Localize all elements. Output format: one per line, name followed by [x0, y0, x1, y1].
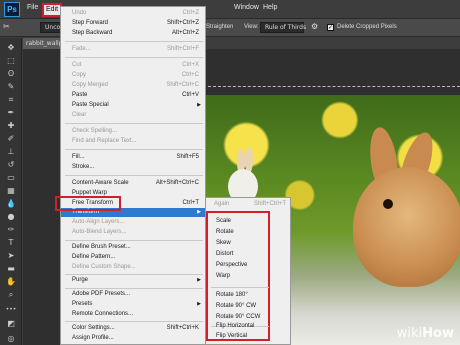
photoshop-logo: Ps: [4, 2, 20, 17]
menu-item-paste-special[interactable]: Paste Special ▶: [61, 101, 207, 110]
view-select[interactable]: Rule of Thirds: [260, 22, 306, 33]
wikihow-watermark: wikiHow: [396, 326, 454, 341]
straighten-button[interactable]: Straighten: [206, 24, 233, 30]
submenu-item-flip-horizontal[interactable]: Flip Horizontal: [216, 323, 254, 329]
menu-edit[interactable]: Edit: [42, 3, 62, 17]
menu-separator: [65, 288, 203, 289]
gradient-tool-icon[interactable]: ▦: [4, 185, 18, 196]
menu-item-copy[interactable]: Copy Ctrl+C: [61, 71, 207, 80]
menu-item-define-brush[interactable]: Define Brush Preset...: [61, 243, 207, 252]
edit-menu: Undo Ctrl+Z Step Forward Shift+Ctrl+Z Step…: [60, 6, 207, 345]
menu-item-cut[interactable]: Cut Ctrl+X: [61, 61, 207, 70]
menu-separator: [65, 149, 203, 150]
crop-tool-icon: ✂: [3, 22, 10, 31]
menu-item-step-backward[interactable]: Step Backward Alt+Ctrl+Z: [61, 29, 207, 38]
menu-item-color-settings[interactable]: Color Settings... Shift+Ctrl+K: [61, 324, 207, 333]
menu-item-undo[interactable]: Undo Ctrl+Z: [61, 9, 207, 18]
submenu-item-scale[interactable]: Scale: [216, 218, 231, 224]
eyedropper-tool-icon[interactable]: ✒: [4, 107, 18, 118]
more-tools-icon[interactable]: •••: [4, 304, 18, 315]
submenu-item-warp[interactable]: Warp: [216, 273, 230, 279]
menu-item-define-shape[interactable]: Define Custom Shape...: [61, 263, 207, 272]
lasso-tool-icon[interactable]: ʘ: [4, 68, 18, 79]
quick-mask-icon[interactable]: ◎: [4, 333, 18, 344]
menu-item-define-pattern[interactable]: Define Pattern...: [61, 253, 207, 262]
delete-cropped-checkbox[interactable]: ✓: [327, 24, 334, 31]
menu-item-assign-profile[interactable]: Assign Profile...: [61, 334, 207, 343]
gear-icon[interactable]: ⚙: [311, 22, 318, 31]
menu-item-auto-align[interactable]: Auto-Align Layers...: [61, 218, 207, 227]
menu-file[interactable]: File: [27, 4, 38, 11]
menu-item-auto-blend[interactable]: Auto-Blend Layers...: [61, 228, 207, 237]
menu-separator: [65, 240, 203, 241]
view-label: View:: [244, 24, 259, 30]
menu-item-purge[interactable]: Purge ▶: [61, 276, 207, 285]
menu-window[interactable]: Window: [234, 4, 259, 11]
menu-separator: [65, 321, 203, 322]
transform-submenu: Again Shift+Ctrl+T Scale Rotate Skew Dist…: [205, 197, 291, 345]
menu-item-fade[interactable]: Fade... Shift+Ctrl+F: [61, 45, 207, 54]
crop-guide: [203, 86, 460, 87]
brush-tool-icon[interactable]: ✐: [4, 133, 18, 144]
submenu-highlight-box: Scale Rotate Skew Distort Perspective Wa…: [206, 211, 270, 341]
stamp-tool-icon[interactable]: ⊥: [4, 146, 18, 157]
transform-highlight-box: [55, 196, 121, 211]
color-swatch-icon[interactable]: ◩: [4, 318, 18, 329]
path-select-tool-icon[interactable]: ➤: [4, 250, 18, 261]
ratio-select[interactable]: Unconst: [40, 22, 62, 33]
quick-select-tool-icon[interactable]: ✎: [4, 81, 18, 92]
menu-item-find-replace[interactable]: Find and Replace Text...: [61, 137, 207, 146]
menu-item-fill[interactable]: Fill... Shift+F5: [61, 153, 207, 162]
menu-item-presets[interactable]: Presets ▶: [61, 300, 207, 309]
menu-item-copy-merged[interactable]: Copy Merged Shift+Ctrl+C: [61, 81, 207, 90]
submenu-item-distort[interactable]: Distort: [216, 251, 233, 257]
submenu-separator: [211, 287, 269, 288]
rabbit-eye: [383, 199, 393, 209]
menu-separator: [65, 123, 203, 124]
shape-tool-icon[interactable]: ▬: [4, 263, 18, 274]
healing-tool-icon[interactable]: ✚: [4, 120, 18, 131]
menu-separator: [65, 57, 203, 58]
dodge-tool-icon[interactable]: ●: [4, 211, 18, 222]
zoom-tool-icon[interactable]: ⌕: [4, 289, 18, 300]
blur-tool-icon[interactable]: 💧: [4, 198, 18, 209]
chevron-right-icon: ▶: [197, 301, 201, 307]
menu-separator: [65, 175, 203, 176]
tools-panel: ✥ ⬚ ʘ ✎ ⌗ ✒ ✚ ✐ ⊥ ↺ ▭ ▦ 💧 ● ✑ T ➤ ▬ ✋ ⌕ …: [0, 38, 22, 345]
submenu-item-perspective[interactable]: Perspective: [216, 262, 247, 268]
chevron-right-icon: ▶: [197, 277, 201, 283]
delete-cropped-label: Delete Cropped Pixels: [337, 24, 397, 30]
menu-item-pdf-presets[interactable]: Adobe PDF Presets...: [61, 290, 207, 299]
type-tool-icon[interactable]: T: [4, 237, 18, 248]
pen-tool-icon[interactable]: ✑: [4, 224, 18, 235]
submenu-item-rotate-90-cw[interactable]: Rotate 90° CW: [216, 303, 256, 309]
submenu-item-skew[interactable]: Skew: [216, 240, 231, 246]
move-tool-icon[interactable]: ✥: [4, 42, 18, 53]
crop-tool-icon[interactable]: ⌗: [4, 94, 18, 105]
menu-item-check-spelling[interactable]: Check Spelling...: [61, 127, 207, 136]
marquee-tool-icon[interactable]: ⬚: [4, 55, 18, 66]
menu-item-step-forward[interactable]: Step Forward Shift+Ctrl+Z: [61, 19, 207, 28]
submenu-item-again[interactable]: Again Shift+Ctrl+T: [206, 198, 290, 210]
submenu-item-rotate-90-ccw[interactable]: Rotate 90° CCW: [216, 314, 260, 320]
menu-item-clear[interactable]: Clear: [61, 111, 207, 120]
menu-item-stroke[interactable]: Stroke...: [61, 163, 207, 172]
submenu-item-rotate-180[interactable]: Rotate 180°: [216, 292, 248, 298]
hand-tool-icon[interactable]: ✋: [4, 276, 18, 287]
menu-item-content-aware-scale[interactable]: Content-Aware Scale Alt+Shift+Ctrl+C: [61, 179, 207, 188]
menu-item-remote-connections[interactable]: Remote Connections...: [61, 310, 207, 319]
history-brush-tool-icon[interactable]: ↺: [4, 159, 18, 170]
chevron-right-icon: ▶: [197, 102, 201, 108]
menu-separator: [65, 41, 203, 42]
eraser-tool-icon[interactable]: ▭: [4, 172, 18, 183]
menu-help[interactable]: Help: [263, 4, 277, 11]
submenu-item-flip-vertical[interactable]: Flip Vertical: [216, 333, 247, 339]
menu-item-paste[interactable]: Paste Ctrl+V: [61, 91, 207, 100]
submenu-item-rotate[interactable]: Rotate: [216, 229, 234, 235]
chevron-right-icon: ▶: [197, 209, 201, 215]
menu-separator: [65, 274, 203, 275]
rabbit-body: [353, 167, 460, 287]
